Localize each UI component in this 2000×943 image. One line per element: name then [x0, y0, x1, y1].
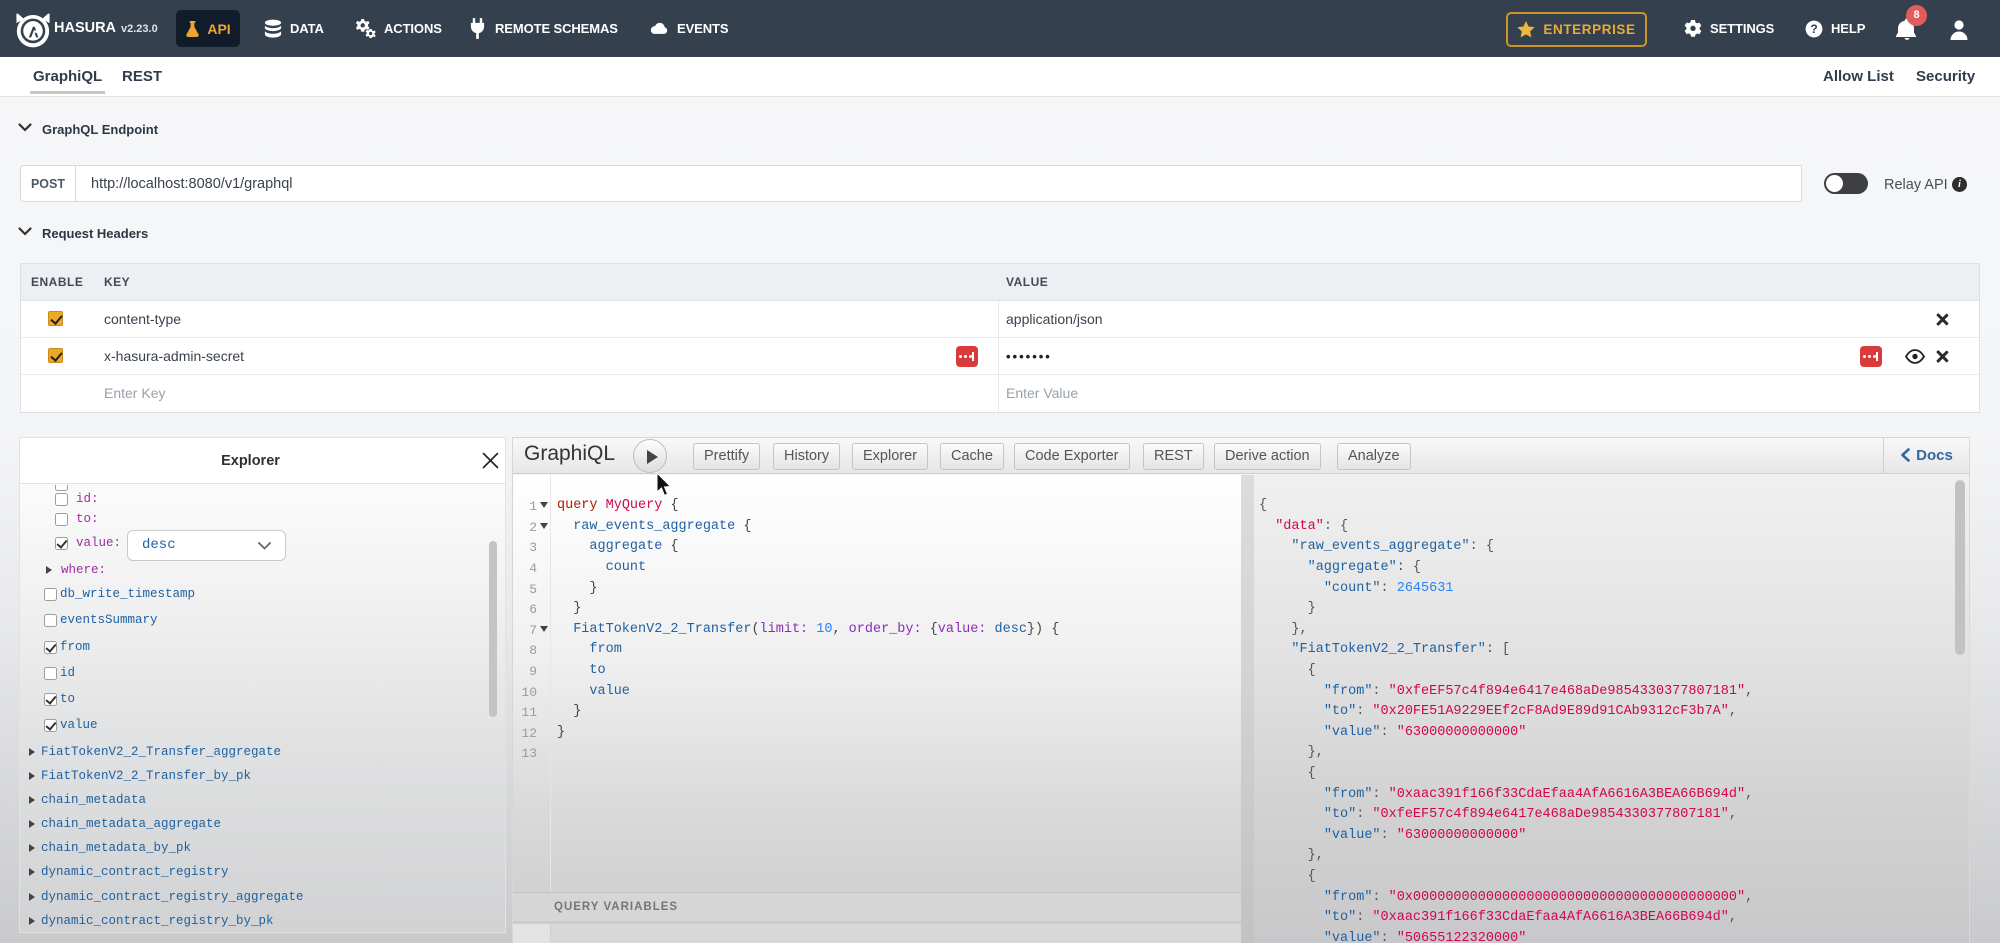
svg-text:?: ?	[1810, 22, 1817, 36]
